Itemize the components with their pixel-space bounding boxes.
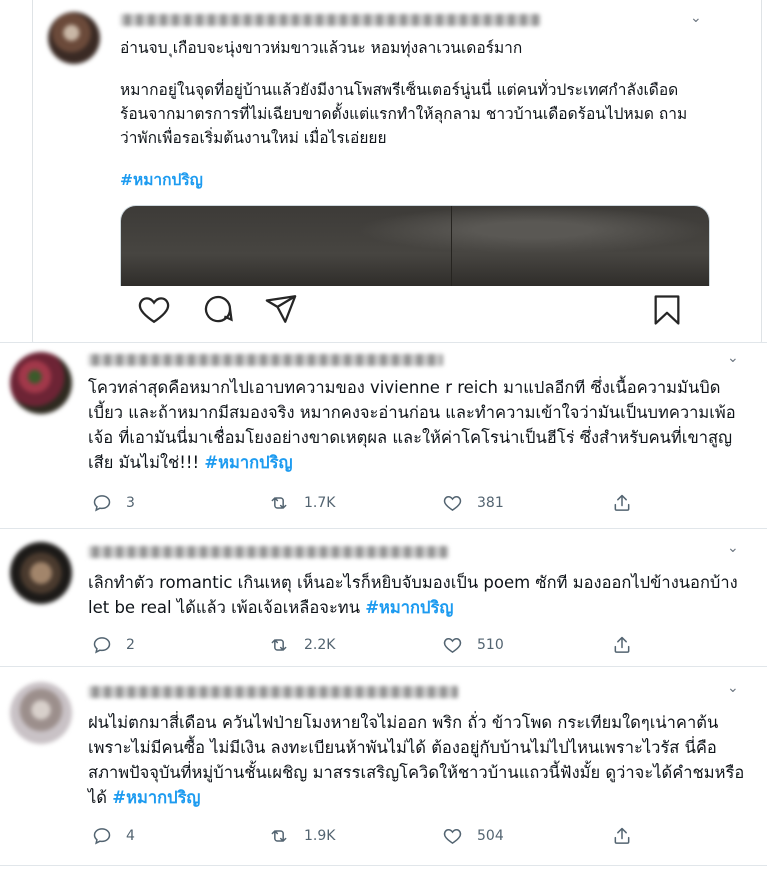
like-icon [443,637,462,653]
reply-count: 4 [126,828,135,844]
divider [0,865,767,866]
share-action[interactable] [612,633,632,657]
tweet-actions: 3 1.7K 381 [92,491,652,515]
divider [0,666,767,667]
chevron-down-icon[interactable]: ⌄ [690,10,702,26]
reply-count: 2 [126,637,135,653]
reply-action[interactable]: 3 [92,491,135,515]
retweet-action[interactable]: 2.2K [268,633,335,657]
upload-icon [614,827,630,844]
like-action[interactable]: 381 [442,491,504,515]
hashtag-link[interactable]: #หมากปริญ [112,788,200,807]
like-icon [443,828,462,844]
like-count: 510 [477,637,504,653]
retweet-action[interactable]: 1.7K [268,491,335,515]
author-name-redacted[interactable] [120,14,540,26]
divider [0,342,767,343]
retweet-icon [271,830,287,842]
author-name-redacted[interactable] [88,546,448,558]
upload-icon [614,494,630,511]
reply-action[interactable]: 4 [92,824,135,848]
embedded-post-card: ⌄ อ่านจบ ุเกือบจะนุ่งขาวห่มขาวแล้วนะ หอม… [0,0,767,345]
chevron-down-icon[interactable]: ⌄ [727,680,739,696]
post-text-paragraph: หมากอยู่ในจุดที่อยู่บ้านแล้วยังมีงานโพสพ… [120,81,688,147]
retweet-icon [271,639,287,651]
like-count: 504 [477,828,504,844]
hashtag-link[interactable]: #หมากปริญ [365,598,453,617]
bookmark-icon[interactable] [650,292,684,328]
tweet-actions: 4 1.9K 504 [92,824,652,848]
post-body: อ่านจบ ุเกือบจะนุ่งขาวห่มขาวแล้วนะ หอมทุ… [120,36,720,192]
hashtag-link[interactable]: #หมากปริญ [204,453,292,472]
avatar[interactable] [10,352,72,414]
reply-count: 3 [126,495,135,511]
author-name-redacted[interactable] [88,354,443,366]
avatar[interactable] [10,542,72,604]
divider [0,528,767,529]
post-action-bar [136,292,696,332]
tweet-text: เลิกทำตัว romantic เกินเหตุ เห็นอะไรก็หย… [88,570,748,620]
reply-icon [93,828,111,845]
tweet[interactable]: ⌄ เลิกทำตัว romantic เกินเหตุ เห็นอะไรก็… [0,528,767,666]
comment-icon[interactable] [200,292,236,326]
heart-icon[interactable] [136,292,172,326]
avatar[interactable] [48,12,100,64]
retweet-count: 1.7K [304,495,336,511]
retweet-icon [271,497,287,509]
tweet-text: โควทล่าสุดคือหมากไปเอาบทความของ vivienne… [88,375,748,475]
retweet-count: 1.9K [304,828,336,844]
chevron-down-icon[interactable]: ⌄ [727,350,739,366]
tweet[interactable]: ⌄ โควทล่าสุดคือหมากไปเอาบทความของ vivien… [0,342,767,528]
tweet-text-body: โควทล่าสุดคือหมากไปเอาบทความของ vivienne… [88,378,736,472]
like-icon [443,495,462,511]
retweet-count: 2.2K [304,637,336,653]
upload-icon [614,636,630,653]
tweet-actions: 2 2.2K 510 [92,633,652,657]
avatar[interactable] [10,682,72,744]
tweet-text: ฝนไม่ตกมาสี่เดือน ควันไฟป่ายโมงหายใจไม่อ… [88,710,748,810]
reply-action[interactable]: 2 [92,633,135,657]
like-action[interactable]: 504 [442,824,504,848]
share-action[interactable] [612,491,632,515]
reply-icon [93,495,111,512]
like-action[interactable]: 510 [442,633,504,657]
post-image[interactable] [120,205,710,286]
share-action[interactable] [612,824,632,848]
author-name-redacted[interactable] [88,686,458,698]
share-icon[interactable] [264,292,298,326]
reply-icon [93,637,111,654]
like-count: 381 [477,495,504,511]
chevron-down-icon[interactable]: ⌄ [727,540,739,556]
retweet-action[interactable]: 1.9K [268,824,335,848]
hashtag-link[interactable]: #หมากปริญ [120,171,203,189]
tweet[interactable]: ⌄ ฝนไม่ตกมาสี่เดือน ควันไฟป่ายโมงหายใจไม… [0,666,767,866]
post-text-line: อ่านจบ ุเกือบจะนุ่งขาวห่มขาวแล้วนะ หอมทุ… [120,39,523,57]
